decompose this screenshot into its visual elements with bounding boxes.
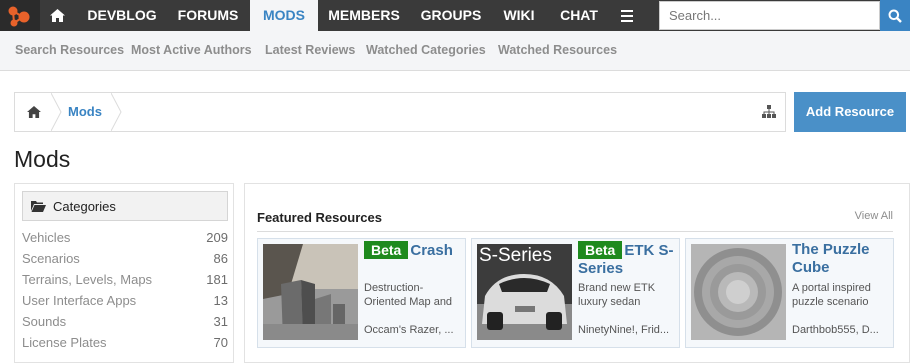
beta-badge: Beta <box>578 241 623 259</box>
thumbnail-caption: S-Series <box>479 245 552 266</box>
add-resource-button[interactable]: Add Resource <box>794 92 906 132</box>
category-item-scenarios[interactable]: Scenarios 86 <box>22 251 228 272</box>
search-input[interactable] <box>659 1 880 30</box>
link-latest-reviews[interactable]: Latest Reviews <box>265 43 355 57</box>
top-navigation: DEVBLOG FORUMS MODS MEMBERS GROUPS WIKI … <box>0 0 910 31</box>
featured-resources: Featured Resources View All Beta Crash De… <box>244 183 910 363</box>
category-count: 13 <box>213 293 228 308</box>
category-name: User Interface Apps <box>22 293 137 308</box>
category-count: 70 <box>213 335 228 350</box>
sub-navigation: Search Resources Most Active Authors Lat… <box>0 31 910 71</box>
resource-description: Brand new ETK luxury sedan <box>578 282 656 308</box>
menu-icon[interactable] <box>611 0 643 31</box>
divider <box>257 231 893 232</box>
resource-description: Destruction-Oriented Map and <box>364 282 453 308</box>
link-most-active-authors[interactable]: Most Active Authors <box>131 43 252 57</box>
categories-heading-label: Categories <box>53 199 116 214</box>
category-count: 86 <box>213 251 228 266</box>
page-title: Mods <box>14 146 71 172</box>
featured-title: Featured Resources <box>257 210 382 225</box>
tab-wiki[interactable]: WIKI <box>492 0 546 31</box>
search-button[interactable] <box>880 0 910 31</box>
breadcrumb: Mods <box>14 92 786 132</box>
categories-heading: Categories <box>22 191 228 221</box>
category-item-vehicles[interactable]: Vehicles 209 <box>22 230 228 251</box>
category-name: Scenarios <box>22 251 80 266</box>
beta-badge: Beta <box>364 241 409 259</box>
tab-forums[interactable]: FORUMS <box>168 0 248 31</box>
category-name: Vehicles <box>22 230 71 245</box>
resource-description: A portal inspired puzzle scenario <box>792 282 871 308</box>
sitemap-icon[interactable] <box>762 105 776 123</box>
search-icon <box>888 9 902 23</box>
resource-card-etk-s-series[interactable]: S-Series Beta ETK S-Series Brand new ETK … <box>471 238 680 348</box>
resource-card-crash[interactable]: Beta Crash Destruction-Oriented Map and O… <box>257 238 466 348</box>
view-all-link[interactable]: View All <box>855 210 893 222</box>
category-name: Sounds <box>22 314 67 329</box>
breadcrumb-separator <box>51 93 62 131</box>
tab-members[interactable]: MEMBERS <box>318 0 410 31</box>
resource-title[interactable]: Beta ETK S-Series <box>578 241 678 278</box>
categories-sidebar: Categories Vehicles 209 Scenarios 86 Terra… <box>14 183 234 363</box>
resource-author[interactable]: Darthbob555, D... <box>792 324 892 336</box>
category-count: 209 <box>206 230 228 245</box>
resource-thumbnail[interactable]: S-Series <box>477 244 572 340</box>
link-watched-categories[interactable]: Watched Categories <box>366 43 486 57</box>
category-count: 31 <box>213 314 228 329</box>
resource-author[interactable]: Occam's Razer, ... <box>364 324 464 336</box>
tab-chat[interactable]: CHAT <box>546 0 612 31</box>
resource-title[interactable]: The Puzzle Cube <box>792 241 892 277</box>
resource-author[interactable]: NinetyNine!, Frid... <box>578 324 678 336</box>
folder-open-icon <box>31 201 46 212</box>
category-item-ui-apps[interactable]: User Interface Apps 13 <box>22 293 228 314</box>
link-watched-resources[interactable]: Watched Resources <box>498 43 617 57</box>
logo-icon[interactable] <box>0 0 40 31</box>
category-item-license-plates[interactable]: License Plates 70 <box>22 335 228 356</box>
category-name: Terrains, Levels, Maps <box>22 272 153 287</box>
tab-devblog[interactable]: DEVBLOG <box>76 0 168 31</box>
category-name: License Plates <box>22 335 107 350</box>
category-item-sounds[interactable]: Sounds 31 <box>22 314 228 335</box>
resource-thumbnail[interactable] <box>691 244 786 340</box>
breadcrumb-home-icon[interactable] <box>15 93 53 131</box>
resource-title-text: The Puzzle Cube <box>792 241 870 276</box>
home-icon[interactable] <box>40 0 74 31</box>
breadcrumb-separator <box>111 93 122 131</box>
category-item-terrains[interactable]: Terrains, Levels, Maps 181 <box>22 272 228 293</box>
resource-title-text: Crash <box>410 242 453 259</box>
resource-thumbnail[interactable] <box>263 244 358 340</box>
resource-title[interactable]: Beta Crash <box>364 241 464 260</box>
resource-card-puzzle-cube[interactable]: The Puzzle Cube A portal inspired puzzle… <box>685 238 894 348</box>
breadcrumb-mods[interactable]: Mods <box>68 104 102 119</box>
tab-mods[interactable]: MODS <box>250 0 318 31</box>
link-search-resources[interactable]: Search Resources <box>15 43 124 57</box>
category-count: 181 <box>206 272 228 287</box>
tab-groups[interactable]: GROUPS <box>410 0 492 31</box>
